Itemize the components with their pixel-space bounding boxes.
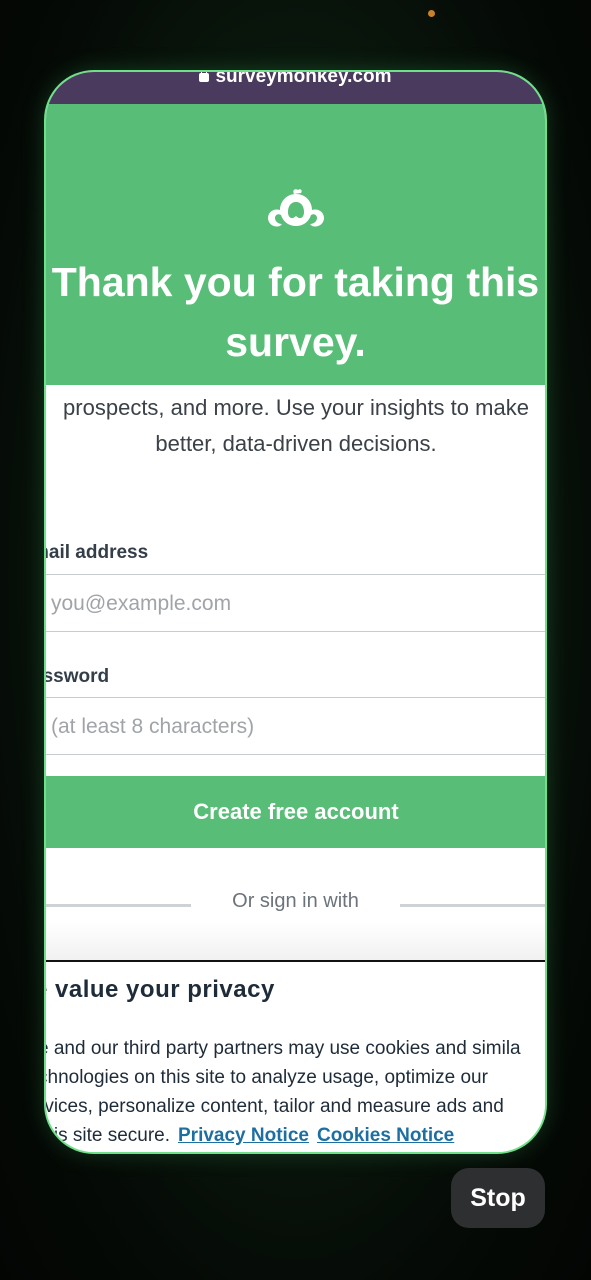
browser-window-card[interactable]: surveymonkey.com Thank you for taking th… (46, 72, 545, 1152)
surveymonkey-logo-icon (268, 189, 324, 227)
privacy-notice-link[interactable]: Privacy Notice (178, 1125, 309, 1146)
password-field[interactable]: (at least 8 characters) (46, 697, 545, 755)
privacy-text: e and our third party partners may use c… (46, 1034, 545, 1150)
divider-line-right (400, 904, 545, 907)
privacy-text-line4-text: this site secure. (46, 1125, 170, 1146)
sign-in-divider-text: Or sign in with (232, 890, 359, 912)
thank-you-title-line2: survey. (225, 319, 366, 365)
privacy-text-line3: rvices, personalize content, tailor and … (46, 1096, 504, 1117)
content-fade (46, 922, 545, 962)
create-account-button[interactable]: Create free account (46, 776, 545, 848)
privacy-text-line4: this site secure. Privacy Notice Cookies N… (46, 1121, 545, 1150)
hero-banner: Thank you for taking this survey. (46, 104, 545, 385)
stop-button[interactable]: Stop (451, 1168, 545, 1228)
status-indicator-dot (428, 10, 435, 17)
privacy-text-line1: e and our third party partners may use c… (46, 1038, 521, 1059)
cookies-notice-link[interactable]: Cookies Notice (317, 1125, 454, 1146)
privacy-banner: e value your privacy e and our third par… (46, 960, 545, 1152)
thank-you-title-line1: Thank you for taking this (51, 259, 540, 305)
password-label: assword (46, 666, 110, 687)
promo-text-line1: prospects, and more. Use your insights t… (63, 395, 529, 420)
lock-icon (199, 72, 210, 82)
privacy-title: e value your privacy (46, 976, 275, 1003)
promo-text: prospects, and more. Use your insights t… (46, 390, 545, 462)
promo-text-line2: better, data-driven decisions. (155, 431, 437, 456)
email-label: mail address (46, 542, 149, 563)
url-bar[interactable]: surveymonkey.com (46, 72, 545, 104)
url-text: surveymonkey.com (215, 72, 392, 87)
email-field[interactable]: you@example.com (46, 574, 545, 632)
privacy-text-line2: chnologies on this site to analyze usage… (46, 1067, 488, 1088)
